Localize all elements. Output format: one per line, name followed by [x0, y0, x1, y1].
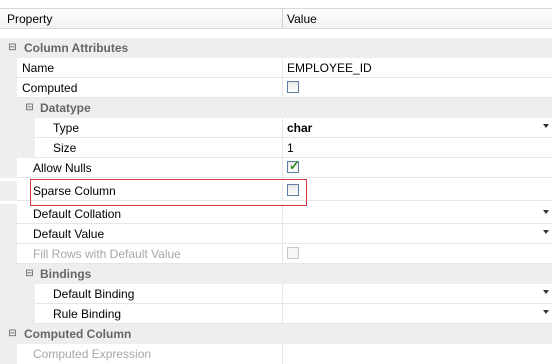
row-label: Computed Expression	[33, 347, 152, 361]
row-gutter	[0, 58, 17, 78]
row-gutter	[0, 244, 17, 264]
row-fill-rows-default: Fill Rows with Default Value	[0, 244, 552, 264]
column-divider	[282, 204, 283, 224]
dropdown-arrow-icon[interactable]	[543, 310, 549, 314]
collapse-icon[interactable]: ⊟	[25, 269, 34, 279]
row-rule-binding[interactable]: Rule Binding	[0, 304, 552, 324]
size-value[interactable]: 1	[287, 141, 294, 155]
category-datatype[interactable]: ⊟ Datatype	[0, 98, 552, 118]
row-gutter	[0, 138, 35, 158]
allow-nulls-checkbox[interactable]: ✓	[287, 158, 300, 173]
row-size[interactable]: Size 1	[0, 138, 552, 158]
row-divider	[17, 177, 552, 178]
row-gutter	[0, 344, 17, 364]
category-label: Computed Column	[24, 327, 132, 341]
row-default-collation[interactable]: Default Collation	[0, 204, 552, 224]
collapse-icon[interactable]: ⊟	[8, 43, 17, 53]
row-type[interactable]: Type char	[0, 118, 552, 138]
dropdown-arrow-icon[interactable]	[543, 230, 549, 234]
computed-checkbox[interactable]	[287, 81, 299, 93]
row-label: Size	[53, 141, 77, 155]
category-label: Bindings	[40, 267, 92, 281]
header-separator[interactable]	[282, 9, 283, 28]
row-gutter	[0, 181, 17, 201]
column-divider	[282, 244, 283, 264]
grid-header: Property Value	[0, 8, 552, 29]
row-computed-expression: Computed Expression	[0, 344, 552, 364]
column-divider	[282, 224, 283, 244]
category-label: Datatype	[40, 101, 91, 115]
row-gutter	[0, 304, 35, 324]
row-label: Name	[22, 61, 55, 75]
column-divider	[282, 344, 283, 364]
category-computed-column[interactable]: ⊟ Computed Column	[0, 324, 552, 344]
row-gutter	[0, 118, 35, 138]
row-computed[interactable]: Computed	[0, 78, 552, 98]
row-label: Default Binding	[53, 287, 135, 301]
row-label: Allow Nulls	[33, 161, 92, 175]
row-label: Fill Rows with Default Value	[33, 247, 181, 261]
column-divider	[282, 118, 283, 138]
dropdown-arrow-icon[interactable]	[543, 124, 549, 128]
column-divider	[282, 58, 283, 78]
category-label: Column Attributes	[24, 41, 129, 55]
collapse-icon[interactable]: ⊟	[25, 103, 34, 113]
row-name[interactable]: Name EMPLOYEE_ID	[0, 58, 552, 78]
column-divider	[282, 158, 283, 178]
dropdown-arrow-icon[interactable]	[543, 210, 549, 214]
row-gutter	[0, 224, 17, 244]
header-value: Value	[287, 12, 317, 26]
fill-rows-checkbox	[287, 247, 299, 259]
column-divider	[282, 138, 283, 158]
checkmark-icon: ✓	[289, 158, 300, 173]
name-value[interactable]: EMPLOYEE_ID	[287, 61, 372, 75]
row-gutter	[0, 284, 35, 304]
row-default-value[interactable]: Default Value	[0, 224, 552, 244]
type-value[interactable]: char	[287, 121, 312, 135]
row-label: Type	[53, 121, 80, 135]
row-gutter	[0, 158, 17, 178]
row-gutter	[0, 78, 17, 98]
row-label: Computed	[22, 81, 78, 95]
row-label: Default Collation	[33, 207, 122, 221]
row-gutter	[0, 204, 17, 224]
row-label: Default Value	[33, 227, 105, 241]
column-divider	[282, 304, 283, 324]
collapse-icon[interactable]: ⊟	[8, 329, 17, 339]
category-column-attributes[interactable]: ⊟ Column Attributes	[0, 38, 552, 58]
property-grid: Property Value ⊟ Column Attributes Name …	[0, 0, 552, 364]
category-bindings[interactable]: ⊟ Bindings	[0, 264, 552, 284]
row-label: Rule Binding	[53, 307, 122, 321]
column-divider	[282, 284, 283, 304]
row-default-binding[interactable]: Default Binding	[0, 284, 552, 304]
header-property: Property	[7, 12, 53, 26]
column-divider	[282, 78, 283, 98]
row-allow-nulls[interactable]: Allow Nulls ✓	[0, 158, 552, 178]
sparse-column-highlight	[30, 179, 307, 206]
dropdown-arrow-icon[interactable]	[543, 290, 549, 294]
